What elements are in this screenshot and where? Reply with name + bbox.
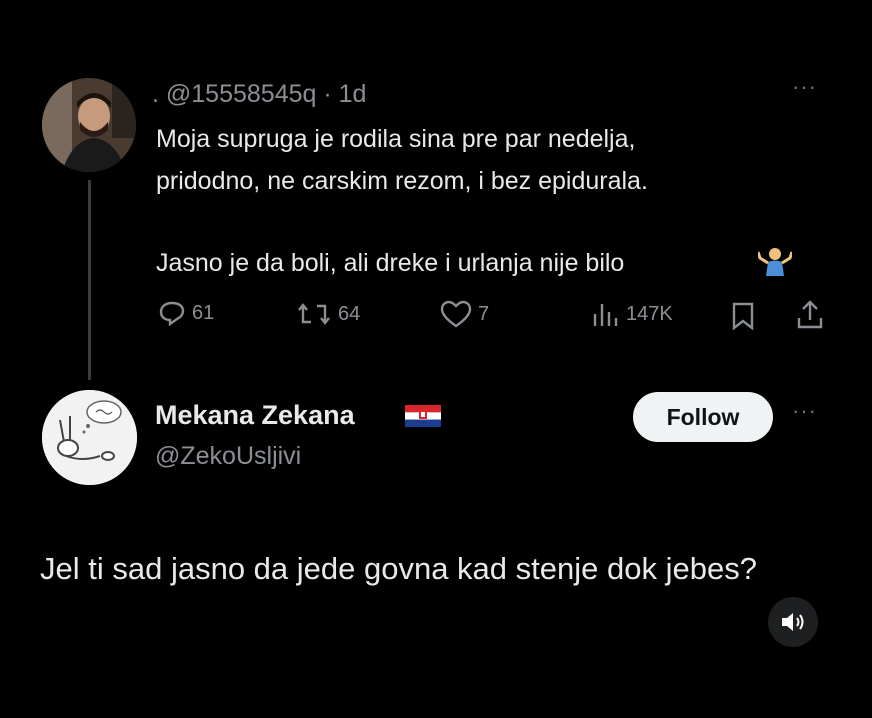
thread-line <box>88 180 91 380</box>
reply-icon <box>159 301 185 326</box>
tweet-text-line1: Moja supruga je rodila sina pre par nede… <box>156 125 636 153</box>
retweet-button[interactable]: 64 <box>296 300 360 328</box>
tweet-text-line2: pridodno, ne carskim rezom, i bez epidur… <box>156 167 648 195</box>
retweet-icon <box>298 303 330 325</box>
bookmark-icon[interactable] <box>730 302 762 330</box>
reply-count: 61 <box>192 301 215 324</box>
more-icon[interactable]: ··· <box>792 74 817 100</box>
retweet-count: 64 <box>338 302 361 325</box>
sound-icon <box>782 613 804 631</box>
croatia-flag-icon <box>405 405 441 427</box>
man-shrugging-icon <box>756 246 794 281</box>
views-button[interactable]: 147K <box>590 300 673 328</box>
views-icon <box>593 304 618 326</box>
sound-button[interactable] <box>768 597 818 647</box>
like-button[interactable]: 7 <box>440 300 489 328</box>
reply-text: Jel ti sad jasno da jede govna kad stenj… <box>40 551 757 586</box>
avatar-original-author[interactable] <box>42 78 136 172</box>
like-icon <box>440 300 472 328</box>
views-count: 147K <box>626 302 673 325</box>
tweet-meta: . @15558545q · 1d <box>152 80 367 108</box>
reply-author-handle[interactable]: @ZekoUsljivi <box>155 442 301 471</box>
like-count: 7 <box>478 302 490 325</box>
avatar-reply-author[interactable] <box>42 390 137 485</box>
reply-button[interactable]: 61 <box>158 300 214 326</box>
reply-author-name[interactable]: Mekana Zekana <box>155 400 355 431</box>
more-icon[interactable]: ··· <box>792 398 817 424</box>
follow-button[interactable]: Follow <box>633 392 773 442</box>
tweet-text-line3: Jasno je da boli, ali dreke i urlanja ni… <box>156 249 625 277</box>
share-icon[interactable] <box>796 300 830 330</box>
